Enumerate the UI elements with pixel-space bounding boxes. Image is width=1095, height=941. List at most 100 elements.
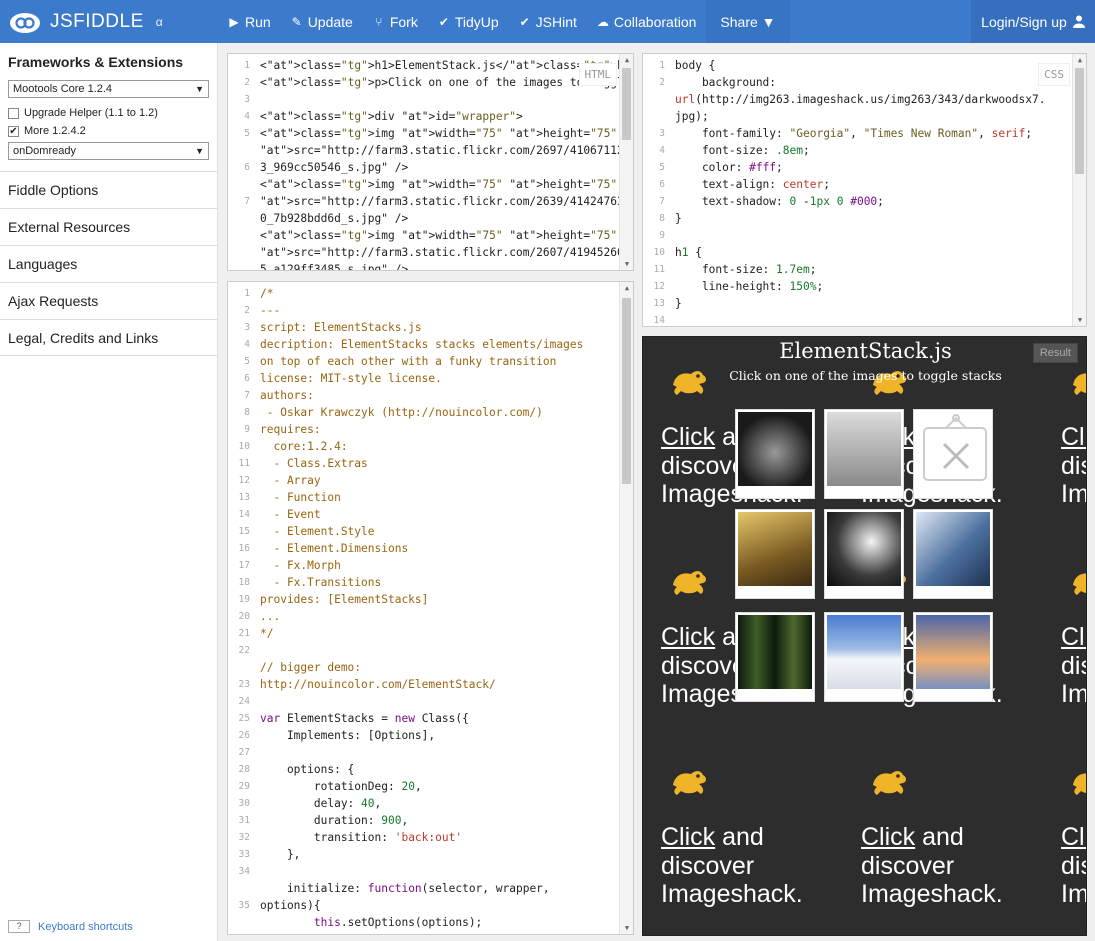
code-line[interactable]: body {: [675, 57, 1072, 74]
code-line[interactable]: requires:: [260, 421, 619, 438]
sidebar-section-ajax-requests[interactable]: Ajax Requests: [0, 282, 217, 319]
js-code[interactable]: /* --- script: ElementStacks.js decription:…: [260, 285, 619, 931]
code-line[interactable]: [675, 227, 1072, 244]
code-line[interactable]: - Event: [260, 506, 619, 523]
code-line[interactable]: - Element.Dimensions: [260, 540, 619, 557]
load-type-select[interactable]: onDomready ▼: [8, 142, 209, 160]
fork-button[interactable]: ⑂ Fork: [363, 0, 428, 43]
code-line[interactable]: font-family: "Georgia", "Times New Roman…: [675, 125, 1072, 142]
imageshack-promo[interactable]: Click and discover Imageshack.: [1061, 623, 1086, 709]
html-code[interactable]: <"at">class="tg">h1>ElementStack.js</"at…: [260, 57, 633, 270]
code-line[interactable]: [260, 91, 619, 108]
tidyup-button[interactable]: ✔ TidyUp: [428, 0, 509, 43]
code-line[interactable]: - Array: [260, 472, 619, 489]
photo-card[interactable]: [913, 409, 993, 499]
js-editor[interactable]: 1 2 3 4 5 6 7 8 9 10 11 12 13 14 15 16 17 18 19 20 21 22 23 24…: [227, 281, 634, 935]
code-line[interactable]: options){: [260, 897, 619, 914]
code-line[interactable]: h1 {: [675, 244, 1072, 261]
code-line[interactable]: authors:: [260, 387, 619, 404]
code-line[interactable]: <"at">class="tg">h1>ElementStack.js</"at…: [260, 57, 633, 74]
scroll-up-icon[interactable]: ▲: [620, 54, 633, 66]
code-line[interactable]: url(http://img263.imageshack.us/img263/3…: [675, 91, 1072, 108]
upgrade-helper-checkbox[interactable]: Upgrade Helper (1.1 to 1.2): [0, 104, 217, 122]
code-line[interactable]: - Fx.Transitions: [260, 574, 619, 591]
photo-thumbnail[interactable]: [827, 412, 901, 486]
scroll-thumb[interactable]: [622, 68, 631, 140]
code-line[interactable]: initialize: function(selector, wrapper,: [260, 880, 619, 897]
photo-card[interactable]: [824, 612, 904, 702]
code-line[interactable]: ---: [260, 302, 619, 319]
sidebar-section-external-resources[interactable]: External Resources: [0, 208, 217, 245]
code-line[interactable]: - Function: [260, 489, 619, 506]
code-line[interactable]: text-align: center;: [675, 176, 1072, 193]
broken-image-icon[interactable]: [916, 412, 990, 486]
code-line[interactable]: <"at">class="tg">img "at">width="75" "at…: [260, 125, 619, 142]
checkbox-box-checked[interactable]: ✔: [8, 125, 19, 137]
css-editor[interactable]: 12 3 4 5 6 7 8 9 10 11 12 13 14 body { background: u…: [642, 53, 1087, 327]
code-line[interactable]: [260, 863, 619, 880]
code-line[interactable]: font-size: 1.7em;: [675, 261, 1072, 278]
imageshack-promo[interactable]: Click and discover Imageshack.: [1061, 423, 1086, 509]
photo-thumbnail[interactable]: [916, 615, 990, 689]
code-line[interactable]: license: MIT-style license.: [260, 370, 619, 387]
code-line[interactable]: [260, 642, 619, 659]
code-line[interactable]: "at">src="http://farm3.static.flickr.com…: [260, 244, 630, 261]
code-line[interactable]: background:: [675, 74, 1072, 91]
code-line[interactable]: duration: 900,: [260, 812, 619, 829]
code-line[interactable]: line-height: 150%;: [675, 278, 1072, 295]
code-line[interactable]: var ElementStacks = new Class({: [260, 710, 619, 727]
code-line[interactable]: [675, 312, 1072, 326]
code-line[interactable]: on top of each other with a funky transi…: [260, 353, 619, 370]
photo-card[interactable]: [735, 612, 815, 702]
code-line[interactable]: "at">src="http://farm3.static.flickr.com…: [260, 193, 630, 210]
photo-card[interactable]: [735, 409, 815, 499]
code-line[interactable]: }: [675, 295, 1072, 312]
collaboration-button[interactable]: ☁ Collaboration: [587, 0, 707, 43]
code-line[interactable]: [260, 744, 619, 761]
code-line[interactable]: decription: ElementStacks stacks element…: [260, 336, 619, 353]
code-line[interactable]: - Fx.Morph: [260, 557, 619, 574]
scroll-thumb[interactable]: [1075, 68, 1084, 174]
imageshack-promo[interactable]: Click and discover Imageshack.: [661, 823, 803, 909]
js-scrollbar[interactable]: ▲ ▼: [619, 282, 633, 934]
code-line[interactable]: }: [675, 210, 1072, 227]
code-line[interactable]: <"at">class="tg">div "at">id="wrapper">: [260, 108, 619, 125]
code-line[interactable]: 5_a129ff3485_s.jpg" />: [260, 261, 619, 270]
checkbox-box[interactable]: [8, 107, 19, 119]
code-line[interactable]: this.setOptions(options);: [260, 914, 619, 931]
photo-thumbnail[interactable]: [738, 512, 812, 586]
code-line[interactable]: /*: [260, 285, 619, 302]
photo-card[interactable]: [735, 509, 815, 599]
photo-thumbnail[interactable]: [827, 615, 901, 689]
jshint-button[interactable]: ✔ JSHint: [509, 0, 587, 43]
html-scrollbar[interactable]: ▲ ▼: [619, 54, 633, 270]
code-line[interactable]: */: [260, 625, 619, 642]
code-line[interactable]: script: ElementStacks.js: [260, 319, 619, 336]
code-line[interactable]: jpg);: [675, 108, 1072, 125]
code-line[interactable]: [260, 693, 619, 710]
code-line[interactable]: Implements: [Options],: [260, 727, 619, 744]
code-line[interactable]: 3_969cc50546_s.jpg" />: [260, 159, 619, 176]
scroll-down-icon[interactable]: ▼: [620, 258, 633, 270]
photo-thumbnail[interactable]: [827, 512, 901, 586]
login-signup-button[interactable]: Login/Sign up: [971, 0, 1095, 43]
photo-thumbnail[interactable]: [738, 412, 812, 486]
code-line[interactable]: <"at">class="tg">p>Click on one of the i…: [260, 74, 631, 91]
code-line[interactable]: http://nouincolor.com/ElementStack/: [260, 676, 619, 693]
code-line[interactable]: <"at">class="tg">img "at">width="75" "at…: [260, 227, 619, 244]
sidebar-section-legal[interactable]: Legal, Credits and Links: [0, 319, 217, 356]
code-line[interactable]: rotationDeg: 20,: [260, 778, 619, 795]
photo-card[interactable]: [913, 509, 993, 599]
keyboard-shortcuts-link[interactable]: ? Keyboard shortcuts: [8, 920, 133, 933]
code-line[interactable]: - Oskar Krawczyk (http://nouincolor.com/…: [260, 404, 619, 421]
scroll-down-icon[interactable]: ▼: [620, 922, 633, 934]
code-line[interactable]: options: {: [260, 761, 619, 778]
code-line[interactable]: ...: [260, 608, 619, 625]
photo-card[interactable]: [824, 409, 904, 499]
imageshack-promo[interactable]: Click and discover Imageshack.: [1061, 823, 1086, 909]
logo[interactable]: JSFIDDLE α: [8, 7, 208, 37]
photo-card[interactable]: [824, 509, 904, 599]
code-line[interactable]: delay: 40,: [260, 795, 619, 812]
code-line[interactable]: - Element.Style: [260, 523, 619, 540]
share-button[interactable]: Share ▼: [706, 0, 790, 43]
